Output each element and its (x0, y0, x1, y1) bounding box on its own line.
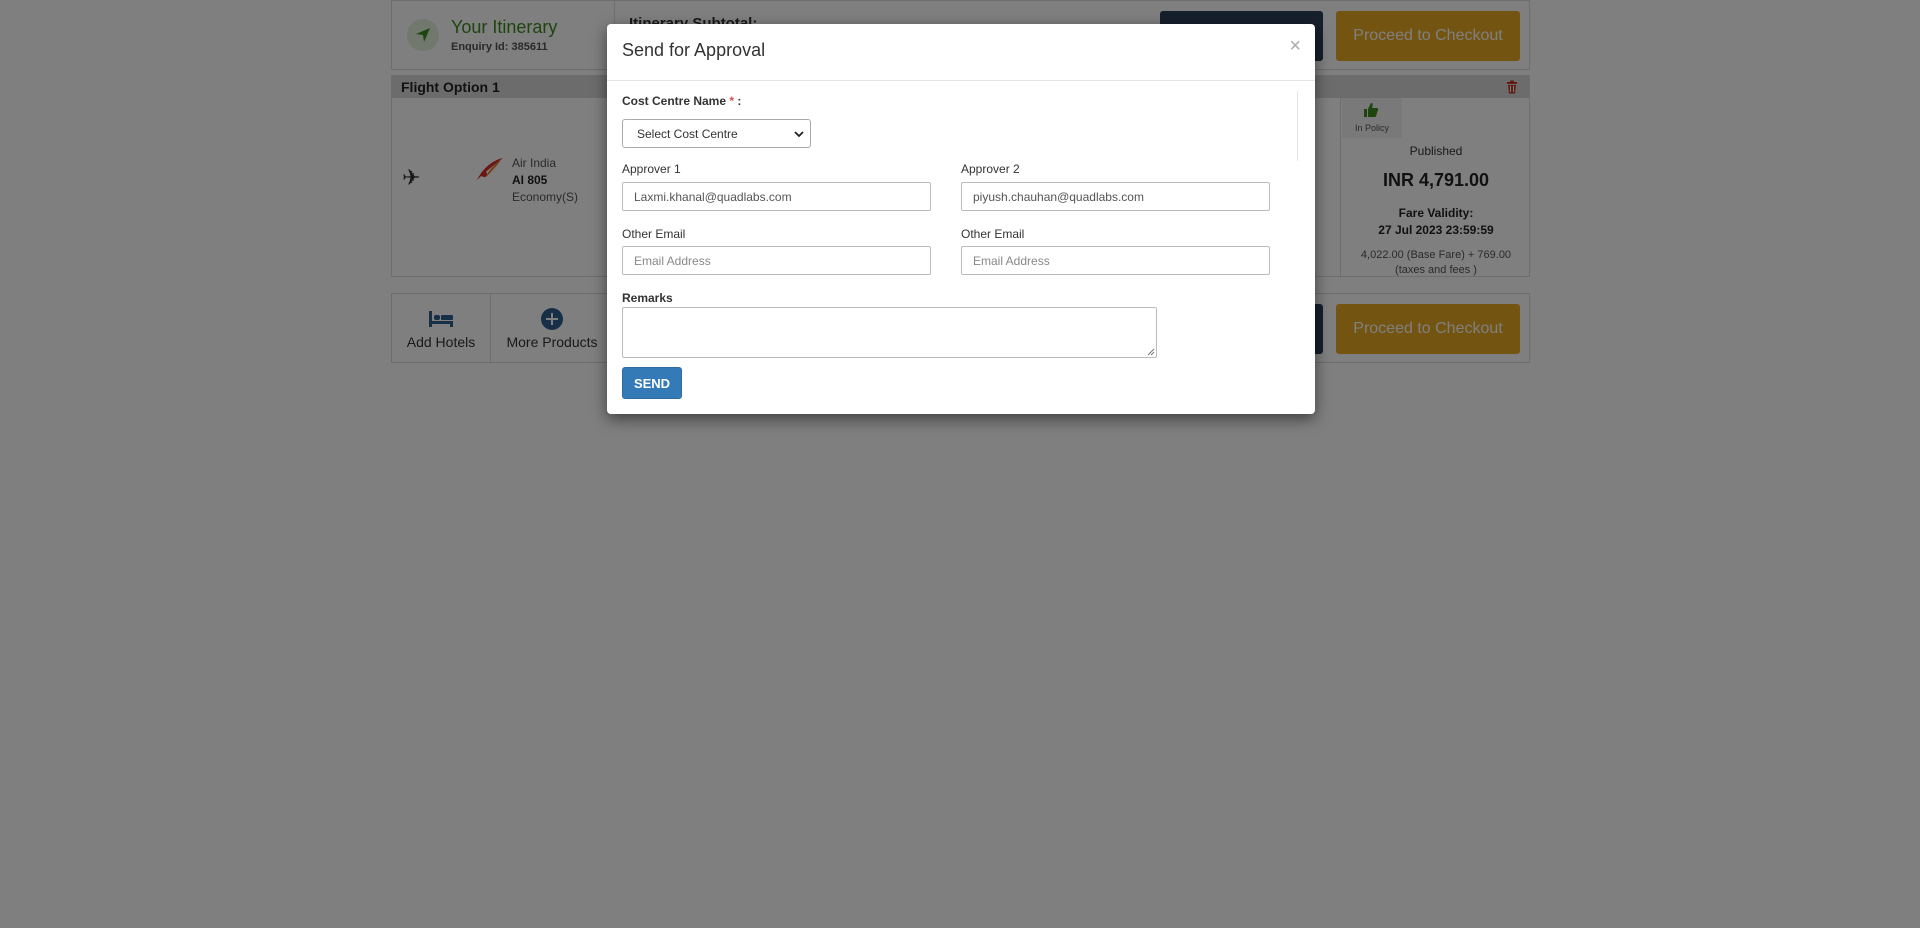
close-icon[interactable]: × (1289, 36, 1301, 56)
other-email2-label: Other Email (961, 227, 1025, 241)
other-email1-label: Other Email (622, 227, 686, 241)
remarks-label: Remarks (622, 291, 673, 305)
resize-grip-icon[interactable] (1147, 348, 1155, 356)
send-button[interactable]: SEND (622, 367, 682, 399)
approver1-field[interactable]: Laxmi.khanal@quadlabs.com (622, 182, 931, 211)
body-divider (1297, 91, 1298, 161)
label-colon: : (734, 94, 742, 108)
chevron-down-icon (794, 131, 804, 138)
send-for-approval-modal: Send for Approval × Cost Centre Name * :… (607, 24, 1315, 414)
cost-centre-label-text: Cost Centre Name (622, 94, 727, 108)
other-email2-field[interactable]: Email Address (961, 246, 1270, 275)
cost-centre-selected: Select Cost Centre (637, 126, 738, 141)
other-email1-field[interactable]: Email Address (622, 246, 931, 275)
cost-centre-label: Cost Centre Name * : (622, 94, 741, 108)
approver2-label: Approver 2 (961, 162, 1020, 176)
modal-title: Send for Approval (622, 40, 766, 60)
cost-centre-select[interactable]: Select Cost Centre (622, 119, 811, 148)
approver1-label: Approver 1 (622, 162, 681, 176)
remarks-textarea[interactable] (622, 307, 1157, 358)
approver2-field[interactable]: piyush.chauhan@quadlabs.com (961, 182, 1270, 211)
modal-header: Send for Approval × (607, 24, 1315, 81)
